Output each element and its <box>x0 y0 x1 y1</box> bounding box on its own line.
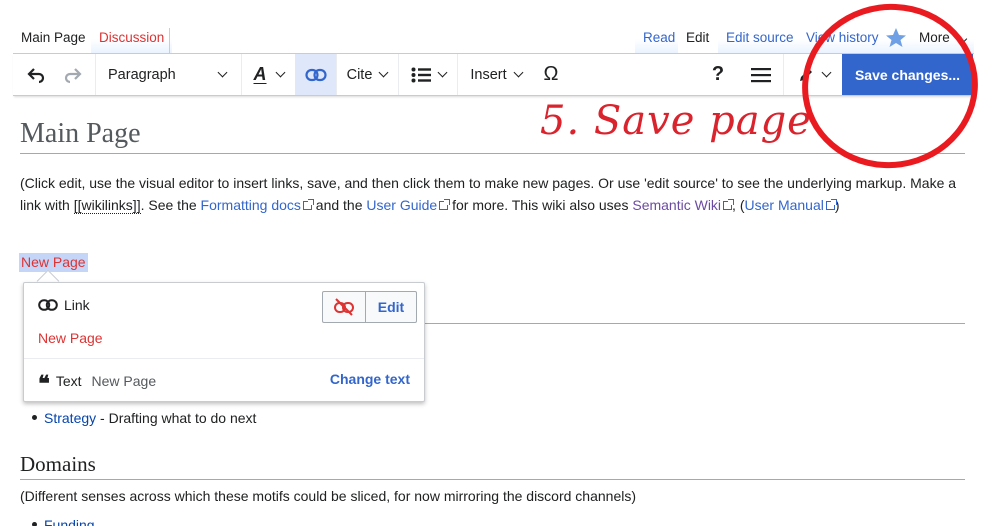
selected-new-page-link[interactable]: New Page <box>19 253 88 272</box>
bullet-dot <box>32 522 37 526</box>
help-button[interactable]: ? <box>703 54 733 95</box>
strategy-link[interactable]: Strategy <box>44 410 96 426</box>
quote-icon: ❝ <box>38 371 50 397</box>
redo-button[interactable] <box>58 54 88 95</box>
toolbar-divider <box>457 54 458 95</box>
domains-divider <box>20 479 965 480</box>
annotation-note: 5. Save page <box>540 98 812 144</box>
tab-discussion[interactable]: Discussion <box>91 22 173 53</box>
tab-edit[interactable]: Edit <box>678 22 718 53</box>
bullet-dot <box>32 415 37 420</box>
section-divider <box>425 323 965 324</box>
edit-link-button[interactable]: Edit <box>365 291 417 323</box>
user-guide-link[interactable]: User Guide <box>366 197 437 213</box>
intro-text: for more. This wiki also uses <box>448 197 633 213</box>
tab-read[interactable]: Read <box>635 22 684 53</box>
external-link-icon <box>723 199 735 210</box>
domains-paragraph: (Different senses across which these mot… <box>20 488 637 504</box>
semantic-wiki-link[interactable]: Semantic Wiki <box>632 197 721 213</box>
tab-edit-source[interactable]: Edit source <box>718 22 802 53</box>
help-icon: ? <box>711 63 725 85</box>
cite-label: Cite <box>346 66 373 83</box>
list-item: Strategy - Drafting what to do next <box>32 408 256 428</box>
user-manual-link[interactable]: User Manual <box>745 197 824 213</box>
text-style-dropdown[interactable]: A <box>242 54 295 95</box>
tab-divider <box>169 28 170 53</box>
link-icon <box>304 68 327 81</box>
cite-dropdown[interactable]: Cite <box>337 54 397 95</box>
page-options-menu[interactable] <box>745 54 777 95</box>
popup-text-value: New Page <box>91 373 157 389</box>
insert-label: Insert <box>470 66 507 83</box>
popup-link-target[interactable]: New Page <box>38 330 103 346</box>
chevron-down-icon <box>513 67 524 78</box>
undo-icon <box>27 67 45 83</box>
formatting-docs-link[interactable]: Formatting docs <box>201 197 301 213</box>
toolbar-divider <box>398 54 399 95</box>
popup-text-row: ❝ Text New Page <box>38 371 157 397</box>
chevron-down-icon <box>217 67 228 78</box>
link-icon <box>38 299 58 311</box>
popup-link-label: Link <box>64 297 90 313</box>
external-link-icon <box>302 199 314 210</box>
change-text-button[interactable]: Change text <box>330 371 410 387</box>
text-style-icon: A <box>253 64 267 84</box>
redo-icon <box>64 67 82 83</box>
intro-text: and the <box>311 197 367 213</box>
chevron-down-icon <box>437 67 447 78</box>
external-link-icon <box>439 199 451 210</box>
domains-heading: Domains <box>20 452 96 476</box>
intro-paragraph: (Click edit, use the visual editor to in… <box>20 172 965 216</box>
bulleted-list-icon <box>411 67 431 82</box>
paragraph-label: Paragraph <box>108 66 176 83</box>
omega-icon: Ω <box>543 63 559 85</box>
hamburger-icon <box>751 67 771 82</box>
funding-link[interactable]: Funding <box>44 517 95 526</box>
paragraph-format-dropdown[interactable]: Paragraph <box>96 54 240 95</box>
popup-text-label: Text <box>55 373 82 389</box>
remove-link-button[interactable] <box>322 291 366 323</box>
tab-main-page[interactable]: Main Page <box>13 22 94 53</box>
chevron-down-icon <box>275 67 285 78</box>
link-context-popup: Link Edit New Page ❝ Text New Page Chang… <box>23 282 425 402</box>
page-title: Main Page <box>20 118 141 149</box>
chevron-down-icon <box>378 67 389 78</box>
special-character-button[interactable]: Ω <box>533 54 569 95</box>
link-button[interactable] <box>295 54 336 95</box>
popup-link-header: Link <box>38 297 90 313</box>
title-divider <box>20 153 965 154</box>
intro-text: . See the <box>140 197 201 213</box>
undo-button[interactable] <box>21 54 51 95</box>
strategy-description: - Drafting what to do next <box>96 410 257 426</box>
insert-dropdown[interactable]: Insert <box>461 54 531 95</box>
external-link-icon <box>825 199 837 210</box>
popup-divider <box>24 358 424 359</box>
unlink-icon <box>334 298 354 316</box>
list-dropdown[interactable] <box>403 54 453 95</box>
toolbar-divider <box>783 54 784 95</box>
list-item: Funding <box>32 515 95 526</box>
wikilinks-text: [[wikilinks]] <box>73 197 141 214</box>
